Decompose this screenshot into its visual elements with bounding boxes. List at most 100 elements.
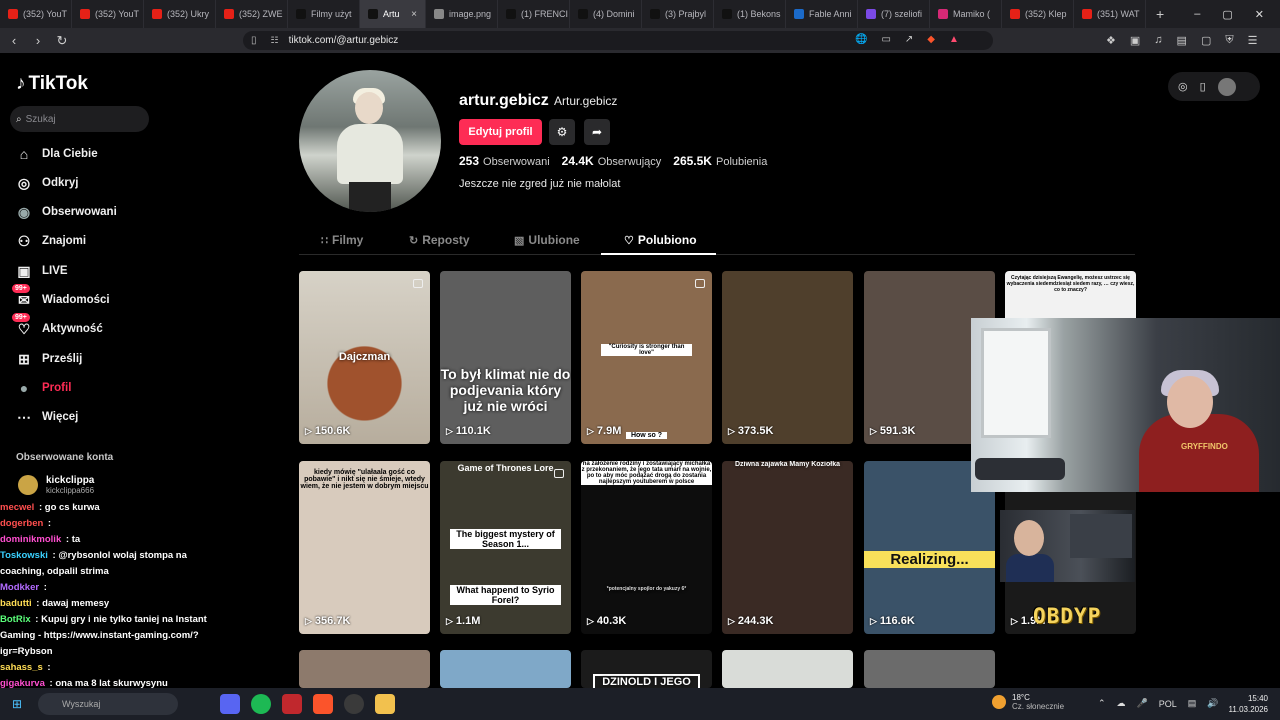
- folder-icon[interactable]: [375, 694, 395, 714]
- translate-icon[interactable]: 🌐: [855, 34, 867, 45]
- share-icon[interactable]: ↗: [905, 34, 913, 45]
- sidebar-item-prześlij[interactable]: ⊞ Prześlij: [14, 348, 82, 370]
- profile-avatar[interactable]: [299, 70, 441, 212]
- site-info-icon[interactable]: ☷: [271, 35, 279, 46]
- meteor-icon[interactable]: [282, 694, 302, 714]
- browser-tab[interactable]: (3) Prajbyl: [642, 0, 714, 28]
- video-card[interactable]: To był klimat nie do podjevania który ju…: [440, 271, 571, 444]
- chevron-up-icon[interactable]: ⌃: [1098, 698, 1106, 709]
- sidebar-item-więcej[interactable]: ⋯ Więcej: [14, 406, 78, 428]
- play-icon: ▷: [1011, 615, 1018, 626]
- browser-tab[interactable]: (352) Ukry: [144, 0, 216, 28]
- sidebar-item-live[interactable]: ▣ LIVE: [14, 260, 67, 282]
- video-card[interactable]: [299, 650, 430, 688]
- shield-icon[interactable]: ⛨: [1225, 34, 1233, 47]
- back-icon[interactable]: ‹: [4, 33, 24, 48]
- clock[interactable]: 15:40 11.03.2026: [1228, 693, 1268, 715]
- stat-item[interactable]: 253 Obserwowani: [459, 154, 550, 168]
- search-input[interactable]: ⌕ Szukaj: [10, 106, 149, 132]
- chat-username: dominikmolik: [0, 534, 62, 545]
- reload-icon[interactable]: ↻: [52, 33, 72, 49]
- forward-icon[interactable]: ›: [28, 33, 48, 48]
- video-card[interactable]: [864, 650, 995, 688]
- sidebar-item-dla-ciebie[interactable]: ⌂ Dla Ciebie: [14, 143, 98, 165]
- tab-ulubione[interactable]: ▧ Ulubione: [514, 233, 580, 247]
- wallet-icon[interactable]: ▢: [1201, 34, 1211, 47]
- stat-item[interactable]: 265.5K Polubienia: [673, 154, 767, 168]
- browser-tab[interactable]: (351) WAT: [1074, 0, 1146, 28]
- video-card[interactable]: "Curiosity is stronger than love" How so …: [581, 271, 712, 444]
- bookmark-icon[interactable]: ▯: [251, 35, 257, 46]
- stat-item[interactable]: 24.4K Obserwujący: [562, 154, 662, 168]
- spotify-icon[interactable]: [251, 694, 271, 714]
- browser-tab[interactable]: (1) FRENCI: [498, 0, 570, 28]
- phone-icon[interactable]: ▯: [1200, 80, 1206, 93]
- menu-icon[interactable]: ☰: [1248, 34, 1258, 47]
- browser-tab[interactable]: Fable Anni: [786, 0, 858, 28]
- tab-polubiono[interactable]: ♡ Polubiono: [624, 233, 697, 247]
- browser-tab[interactable]: (352) ZWE: [216, 0, 288, 28]
- user-avatar-icon[interactable]: [1217, 77, 1236, 96]
- media-icon[interactable]: ♫: [1154, 34, 1162, 47]
- more-icon: ⋯: [17, 408, 31, 425]
- sidebar-icon[interactable]: ▣: [1130, 34, 1140, 47]
- start-icon[interactable]: ⊞: [12, 697, 22, 711]
- browser-tab[interactable]: Filmy użyt: [288, 0, 360, 28]
- video-card[interactable]: DZINOLD I JEGO: [581, 650, 712, 688]
- extensions-icon[interactable]: ❖: [1106, 34, 1116, 47]
- browser-tab[interactable]: Mamiko (: [930, 0, 1002, 28]
- sidebar-item-obserwowani[interactable]: ◉ Obserwowani: [14, 201, 117, 223]
- sidebar-item-odkryj[interactable]: ◎ Odkryj: [14, 172, 79, 194]
- avatar: [18, 475, 38, 495]
- tab-reposty[interactable]: ↻ Reposty: [409, 233, 470, 247]
- reader-icon[interactable]: ▤: [1177, 34, 1187, 47]
- browser-tab[interactable]: (352) YouT: [72, 0, 144, 28]
- minimize-icon[interactable]: –: [1194, 8, 1200, 21]
- sidebar-item-znajomi[interactable]: ⚇ Znajomi: [14, 230, 86, 252]
- grid-icon: ∷: [321, 234, 328, 247]
- maximize-icon[interactable]: ▢: [1222, 8, 1232, 21]
- new-tab-button[interactable]: +: [1146, 6, 1174, 22]
- browser-tab[interactable]: Artu ×: [360, 0, 426, 28]
- edit-profile-button[interactable]: Edytuj profil: [459, 119, 542, 145]
- obs-icon[interactable]: [344, 694, 364, 714]
- volume-icon[interactable]: 🔊: [1207, 698, 1218, 709]
- coins-icon[interactable]: ◎: [1178, 80, 1188, 93]
- cloud-icon[interactable]: ☁: [1117, 698, 1126, 709]
- tiktok-logo[interactable]: ♪ TikTok: [16, 73, 88, 95]
- video-card[interactable]: Dziwna zajawka Mamy Koziołka ▷ 244.3K: [722, 461, 853, 634]
- mic-icon[interactable]: 🎤: [1137, 698, 1148, 709]
- sidebar-item-profil[interactable]: ● Profil: [14, 377, 72, 399]
- video-card[interactable]: [440, 650, 571, 688]
- tab-filmy[interactable]: ∷ Filmy: [321, 233, 363, 247]
- video-card[interactable]: Dajczman ▷ 150.6K: [299, 271, 430, 444]
- close-icon[interactable]: ×: [407, 9, 417, 20]
- discord-icon[interactable]: [220, 694, 240, 714]
- browser-tab[interactable]: (1) Bekons: [714, 0, 786, 28]
- video-card[interactable]: na założenie rodziny i zostawiający mich…: [581, 461, 712, 634]
- close-window-icon[interactable]: ✕: [1255, 8, 1264, 21]
- taskbar-search-input[interactable]: Wyszukaj: [38, 693, 178, 715]
- chat-text: Kupuj gry i nie tylko taniej na Instant …: [0, 614, 207, 657]
- video-card[interactable]: kiedy mówię "ulałaala gość co pobawie" i…: [299, 461, 430, 634]
- video-card[interactable]: Game of Thrones Lore The biggest mystery …: [440, 461, 571, 634]
- share-profile-button[interactable]: ➦: [584, 119, 610, 145]
- video-card[interactable]: ▷ 373.5K: [722, 271, 853, 444]
- browser-tab[interactable]: (7) szeliofi: [858, 0, 930, 28]
- sidebar-item-aktywność[interactable]: ♡ 99+ Aktywność: [12, 313, 103, 340]
- browser-tab[interactable]: (352) YouT: [0, 0, 72, 28]
- sidebar-item-wiadomości[interactable]: ✉ 99+ Wiadomości: [12, 284, 110, 311]
- brave-shield-icon[interactable]: ◆: [927, 34, 935, 45]
- network-icon[interactable]: ▤: [1188, 698, 1197, 709]
- language-indicator[interactable]: POL: [1159, 699, 1177, 709]
- cast-icon[interactable]: ▭: [881, 34, 890, 45]
- browser-tab[interactable]: (4) Domini: [570, 0, 642, 28]
- video-card[interactable]: [722, 650, 853, 688]
- browser-tab[interactable]: image.png: [426, 0, 498, 28]
- brave-icon[interactable]: [313, 694, 333, 714]
- weather-widget[interactable]: 18°C Cz. słonecznie: [992, 693, 1064, 711]
- followed-account-item[interactable]: kickclippa kickclippa666: [18, 475, 94, 495]
- settings-button[interactable]: ⚙: [549, 119, 575, 145]
- browser-tab[interactable]: (352) Klep: [1002, 0, 1074, 28]
- brave-rewards-icon[interactable]: ▲: [949, 34, 959, 45]
